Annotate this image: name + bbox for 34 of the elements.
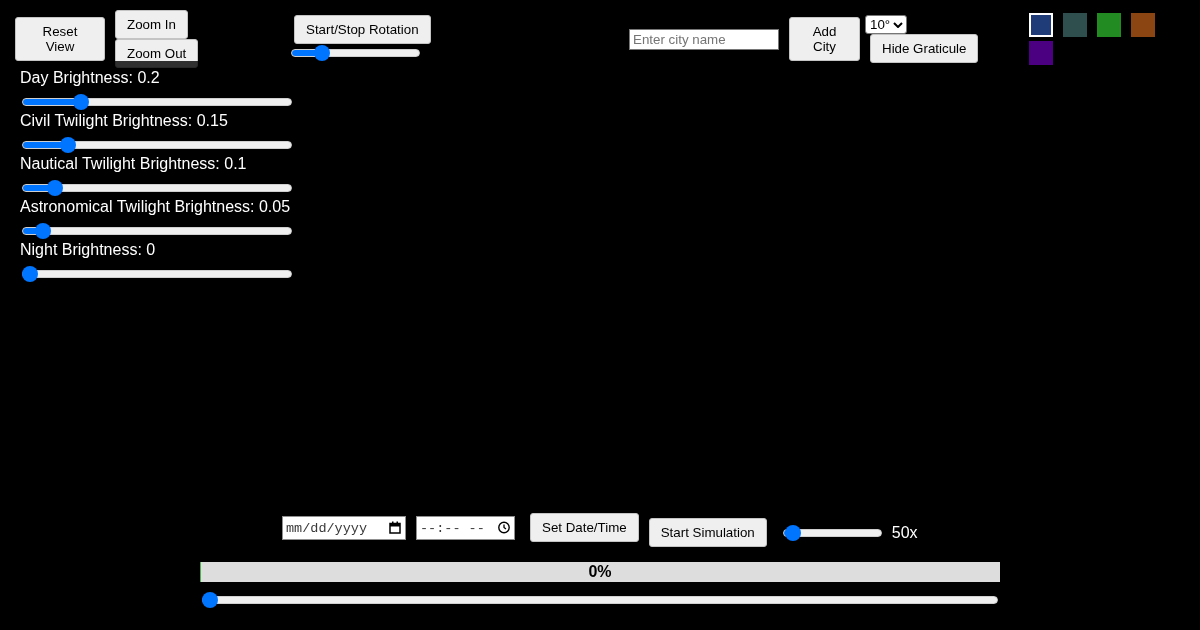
slider-label: Astronomical Twilight Brightness: 0.05 [20, 198, 291, 216]
slider-label: Nautical Twilight Brightness: 0.1 [20, 155, 247, 173]
slider-label: Day Brightness: 0.2 [20, 69, 160, 87]
slider-thumb[interactable] [22, 266, 38, 282]
slider-thumb[interactable] [72, 94, 89, 110]
dropdown[interactable]: 10° [865, 15, 908, 34]
slider-thumb[interactable] [47, 180, 64, 196]
color-swatch[interactable] [1029, 41, 1053, 65]
slider-thumb[interactable] [34, 223, 51, 239]
caret-icon [893, 21, 904, 28]
speed-reading: 50x [891, 524, 918, 542]
hide-graticule-button[interactable]: Hide Graticule [870, 34, 979, 63]
color-swatch[interactable] [1063, 13, 1087, 37]
clock-icon [498, 521, 510, 534]
progress-label: 0% [588, 562, 612, 582]
add-city-button[interactable]: Add City [789, 17, 860, 61]
zoom-in-button[interactable]: Zoom In [115, 10, 188, 39]
slider-thumb[interactable] [202, 592, 218, 608]
color-swatch[interactable] [1131, 13, 1155, 37]
color-swatch[interactable] [1029, 13, 1053, 37]
date-field[interactable]: mm/dd/yyyy [282, 516, 406, 540]
slider-label: Civil Twilight Brightness: 0.15 [20, 112, 228, 130]
city-input[interactable]: Enter city name [629, 28, 779, 50]
rotation-button[interactable]: Start/Stop Rotation [294, 15, 431, 44]
time-field[interactable]: --:-- -- [416, 516, 515, 540]
calendar-icon [389, 521, 401, 534]
color-swatch[interactable] [1097, 13, 1121, 37]
slider-thumb[interactable] [785, 525, 802, 541]
start-simulation-button[interactable]: Start Simulation [648, 518, 767, 547]
set-date-time-button[interactable]: Set Date/Time [530, 513, 639, 542]
slider-thumb[interactable] [60, 137, 77, 153]
slider-thumb[interactable] [313, 45, 330, 61]
reset-view-button[interactable]: Reset View [15, 17, 105, 61]
slider-label: Night Brightness: 0 [20, 241, 156, 259]
